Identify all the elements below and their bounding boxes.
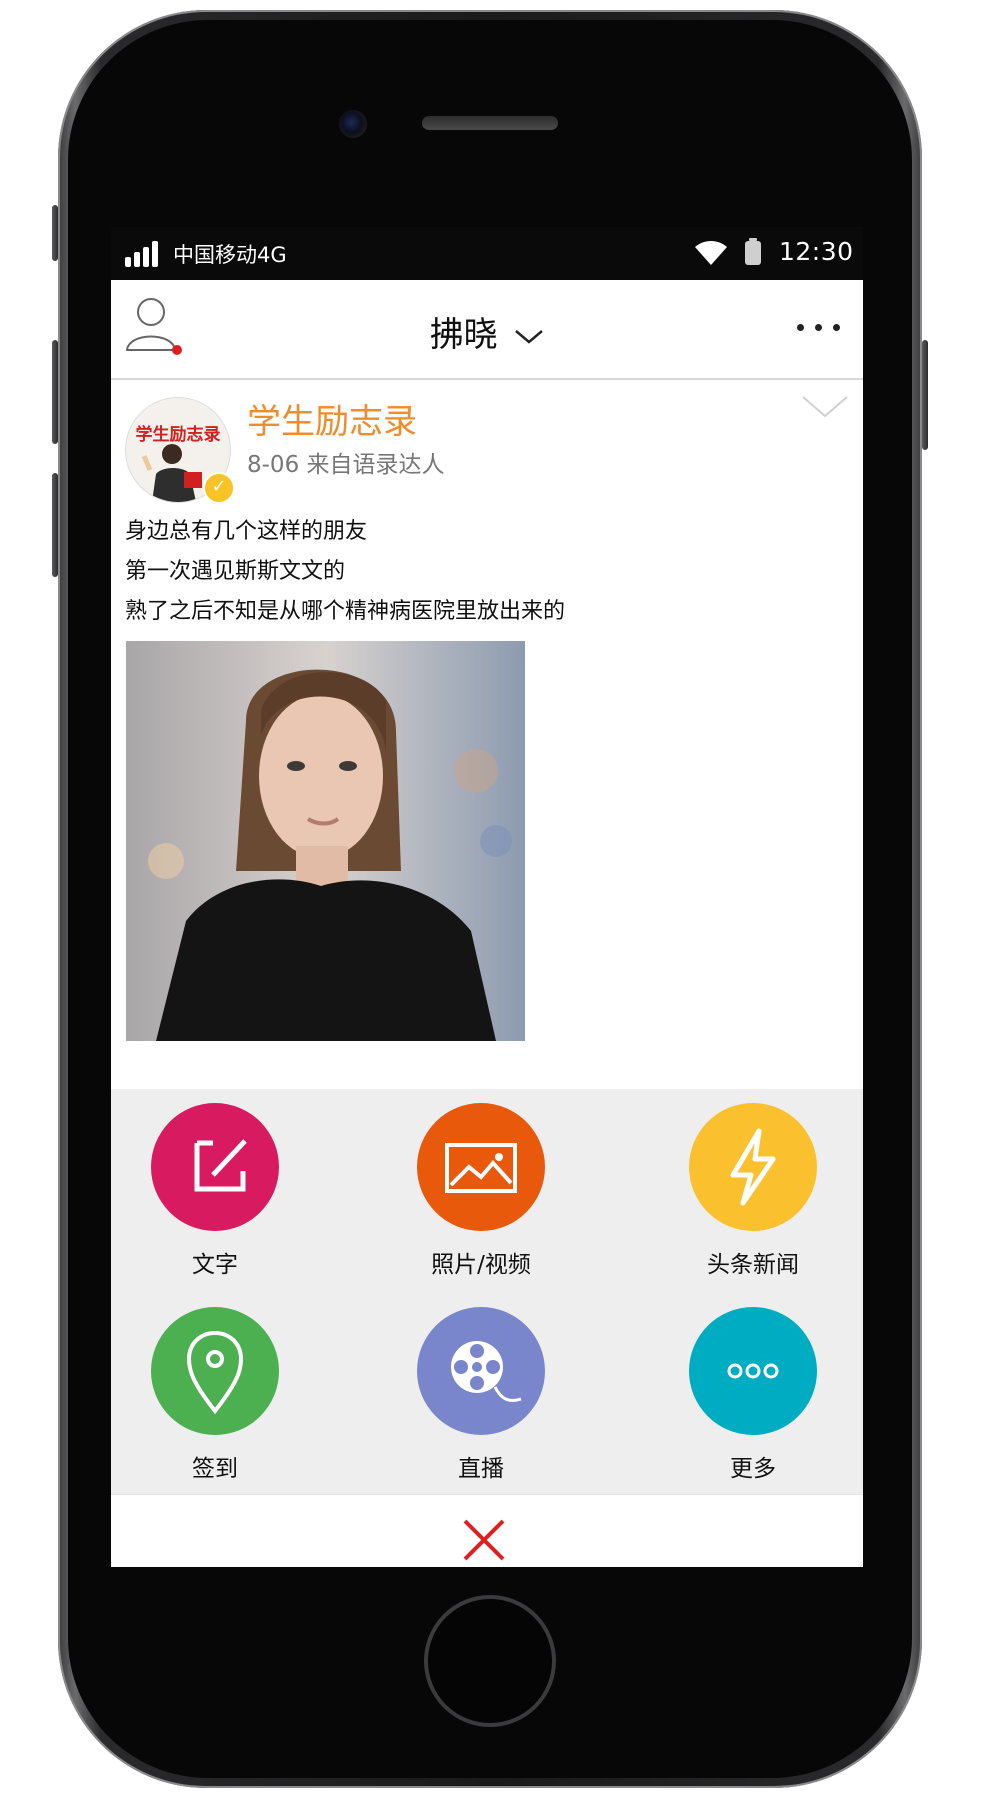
home-button[interactable] — [424, 1595, 556, 1727]
edit-icon — [194, 1139, 247, 1192]
image-icon — [445, 1143, 517, 1193]
page: 中国移动4G 12:30 拂晓 学生励志录 ✓ 学生励志录 8-06 来自语录达… — [0, 0, 1000, 1800]
screen: 中国移动4G 12:30 拂晓 学生励志录 ✓ 学生励志录 8-06 来自语录达… — [111, 227, 863, 1567]
action-photo-video[interactable]: 照片/视频 — [391, 1103, 571, 1279]
close-icon[interactable] — [461, 1517, 507, 1563]
portrait-image — [126, 641, 525, 1041]
location-icon — [186, 1330, 244, 1415]
chevron-down-icon — [515, 329, 544, 344]
action-live[interactable]: 直播 — [391, 1307, 571, 1483]
text-action-button[interactable] — [151, 1103, 279, 1231]
status-bar: 中国移动4G 12:30 — [111, 227, 863, 280]
feed-title-dropdown[interactable]: 拂晓 — [111, 307, 863, 356]
action-label: 照片/视频 — [431, 1252, 531, 1278]
action-headline-news[interactable]: 头条新闻 — [663, 1103, 843, 1279]
front-camera — [339, 110, 367, 138]
clock: 12:30 — [779, 237, 854, 266]
close-bar — [111, 1494, 863, 1567]
mute-switch — [52, 205, 58, 261]
action-more[interactable]: 更多 — [663, 1307, 843, 1483]
post-line: 身边总有几个这样的朋友 — [125, 519, 368, 544]
carrier-label: 中国移动4G — [173, 243, 287, 267]
film-reel-icon — [451, 1341, 522, 1402]
wifi-icon — [695, 241, 727, 265]
headline-news-action-button[interactable] — [689, 1103, 817, 1231]
action-label: 更多 — [730, 1456, 776, 1482]
power-button — [922, 340, 928, 450]
signal-icon — [125, 241, 165, 267]
action-label: 直播 — [458, 1456, 504, 1482]
action-check-in[interactable]: 签到 — [125, 1307, 305, 1483]
post-line: 熟了之后不知是从哪个精神病医院里放出来的 — [125, 599, 566, 624]
check-in-action-button[interactable] — [151, 1307, 279, 1435]
lightning-icon — [730, 1128, 776, 1206]
feed-title: 拂晓 — [429, 315, 498, 355]
post-photo[interactable] — [126, 641, 525, 1041]
compose-action-panel: 文字 照片/视频 头条新闻 签到 直播 更多 — [111, 1089, 863, 1494]
volume-down-button — [52, 473, 58, 577]
action-label: 文字 — [192, 1252, 238, 1278]
more-icon — [727, 1363, 779, 1379]
action-text[interactable]: 文字 — [125, 1103, 305, 1279]
post-line: 第一次遇见斯斯文文的 — [125, 559, 346, 584]
post-body: 身边总有几个这样的朋友 第一次遇见斯斯文文的 熟了之后不知是从哪个精神病医院里放… — [125, 512, 565, 632]
author-name[interactable]: 学生励志录 — [247, 394, 417, 443]
action-label: 签到 — [192, 1456, 238, 1482]
volume-up-button — [52, 340, 58, 444]
more-menu-button[interactable] — [797, 324, 841, 334]
live-action-button[interactable] — [417, 1307, 545, 1435]
verified-badge-icon: ✓ — [203, 472, 235, 504]
top-navbar: 拂晓 — [111, 280, 863, 380]
battery-icon — [745, 238, 761, 265]
photo-video-action-button[interactable] — [417, 1103, 545, 1231]
earpiece-speaker — [422, 116, 558, 130]
more-action-button[interactable] — [689, 1307, 817, 1435]
feed-post: 学生励志录 ✓ 学生励志录 8-06 来自语录达人 身边总有几个这样的朋友 第一… — [111, 380, 863, 1091]
action-label: 头条新闻 — [707, 1252, 799, 1278]
post-meta: 8-06 来自语录达人 — [247, 452, 445, 478]
post-options-chevron-icon[interactable] — [801, 394, 849, 420]
